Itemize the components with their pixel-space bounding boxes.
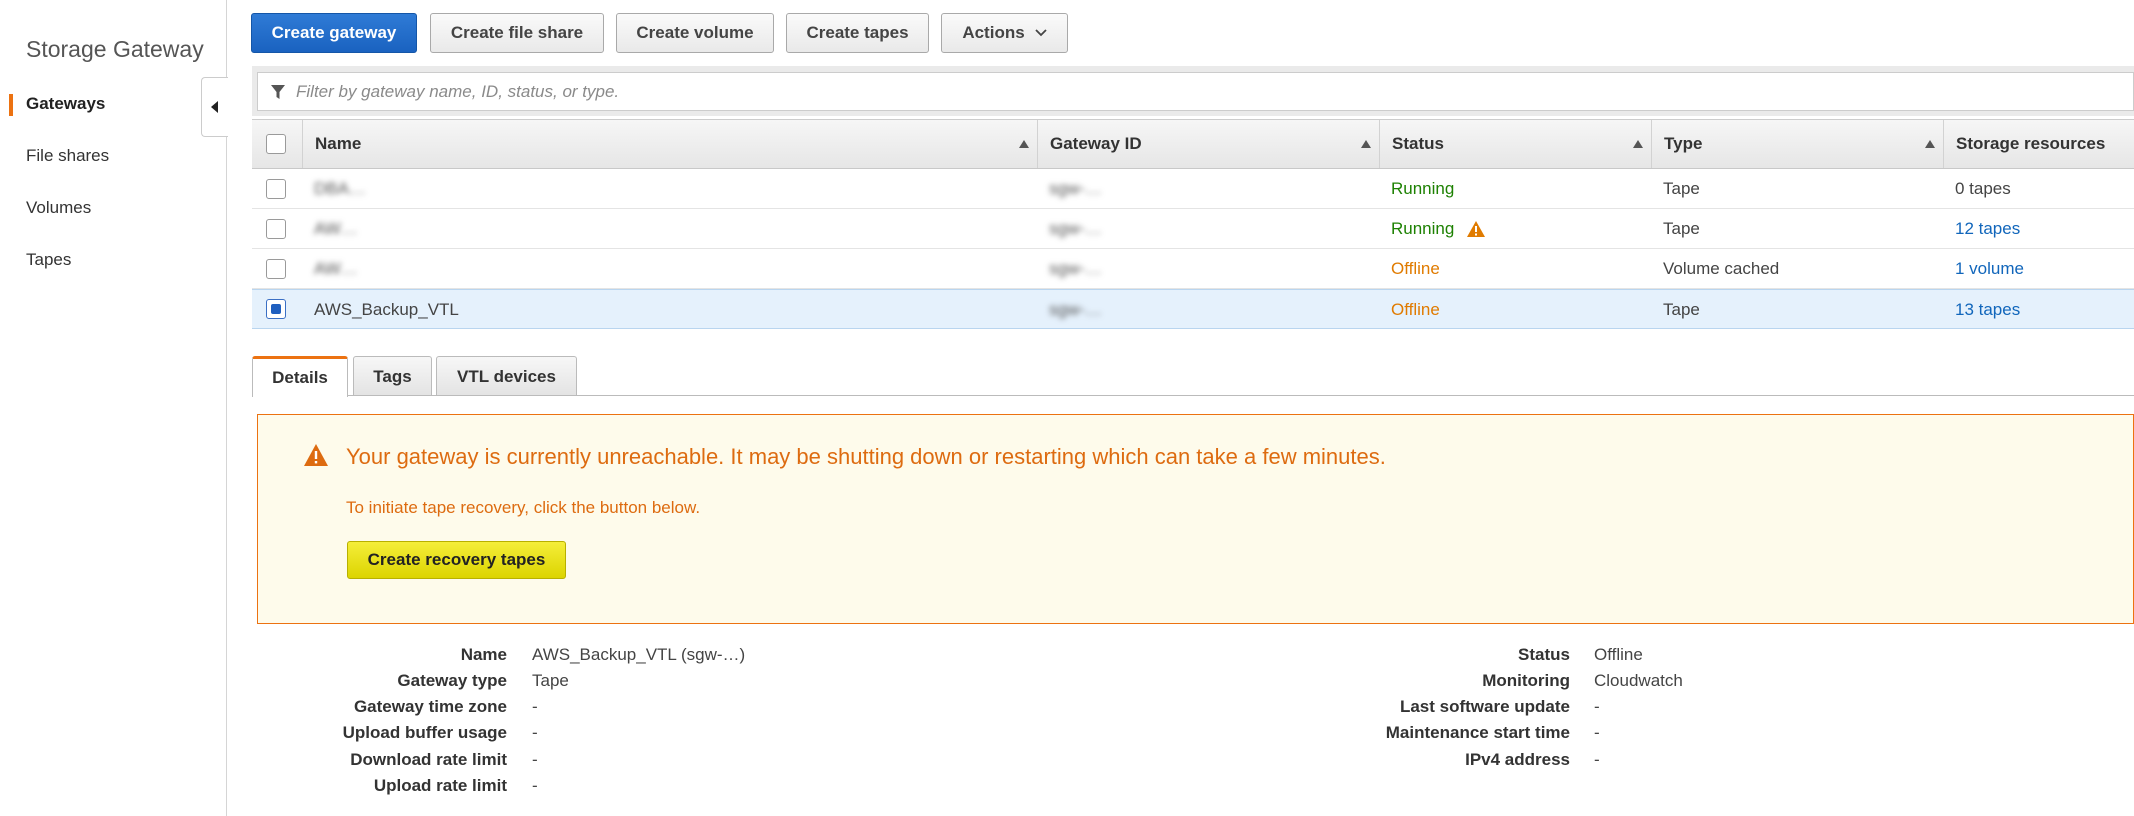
column-status[interactable]: Status <box>1379 120 1651 168</box>
gateway-type: Tape <box>1663 300 1700 319</box>
collapse-sidebar-button[interactable] <box>201 77 228 137</box>
detail-value-time-zone: - <box>532 697 538 716</box>
column-status-label: Status <box>1392 134 1444 153</box>
row-checkbox[interactable] <box>266 219 286 239</box>
sort-up-icon <box>1633 140 1643 148</box>
tab-tags[interactable]: Tags <box>353 356 432 396</box>
gateway-name: AW… <box>314 259 358 278</box>
table-header: Name Gateway ID Status Type Storage reso… <box>252 119 2134 169</box>
sort-up-icon <box>1925 140 1935 148</box>
table-row[interactable]: DBA… sgw-… Running Tape 0 tapes <box>252 169 2134 209</box>
detail-value-last-update: - <box>1594 697 1600 716</box>
warning-icon[interactable] <box>1466 220 1486 238</box>
row-checkbox[interactable] <box>266 179 286 199</box>
detail-value-upload-rate: - <box>532 776 538 795</box>
tabs-divider <box>252 395 2134 396</box>
tab-details[interactable]: Details <box>252 356 348 397</box>
detail-label-status: Status <box>1518 645 1570 664</box>
detail-label-name: Name <box>460 645 507 664</box>
column-type[interactable]: Type <box>1651 120 1943 168</box>
sort-up-icon <box>1019 140 1029 148</box>
detail-value-gateway-type: Tape <box>532 671 569 690</box>
detail-label-monitoring: Monitoring <box>1482 671 1570 690</box>
create-volume-button[interactable]: Create volume <box>616 13 774 53</box>
gateway-status-cell: Running <box>1391 209 1486 249</box>
table-row-selected[interactable]: AWS_Backup_VTL sgw-… Offline Tape 13 tap… <box>252 289 2134 329</box>
gateway-type: Tape <box>1663 179 1700 198</box>
gateway-status: Running <box>1391 179 1455 198</box>
actions-label: Actions <box>962 23 1025 42</box>
row-checkbox[interactable] <box>266 299 286 319</box>
gateway-id: sgw-… <box>1049 259 1102 278</box>
gateway-id: sgw-… <box>1049 300 1102 319</box>
sidebar-item-gateways[interactable]: Gateways <box>26 94 105 114</box>
table-row[interactable]: AW… sgw-… Offline Volume cached 1 volume <box>252 249 2134 289</box>
storage-resources: 0 tapes <box>1955 179 2011 198</box>
gateway-id: sgw-… <box>1049 179 1102 198</box>
sort-up-icon <box>1361 140 1371 148</box>
detail-label-last-update: Last software update <box>1399 697 1570 716</box>
column-name-label: Name <box>315 134 362 153</box>
column-type-label: Type <box>1664 134 1703 153</box>
sidebar-item-volumes[interactable]: Volumes <box>26 198 91 218</box>
detail-label-download-rate: Download rate limit <box>350 750 507 769</box>
header-select-cell <box>252 120 302 168</box>
create-gateway-button[interactable]: Create gateway <box>251 13 417 53</box>
gateway-status: Offline <box>1391 259 1440 278</box>
column-storage-resources[interactable]: Storage resources <box>1943 120 2134 168</box>
active-indicator <box>9 94 13 116</box>
detail-label-upload-buffer: Upload buffer usage <box>342 723 507 742</box>
gateway-type: Volume cached <box>1663 259 1780 278</box>
detail-value-ipv4: - <box>1594 750 1600 769</box>
create-recovery-tapes-button[interactable]: Create recovery tapes <box>347 541 566 579</box>
storage-resources-link[interactable]: 12 tapes <box>1955 209 2020 249</box>
detail-label-time-zone: Gateway time zone <box>353 697 507 716</box>
sidebar-title: Storage Gateway <box>26 36 204 62</box>
storage-resources-link[interactable]: 1 volume <box>1955 249 2024 289</box>
gateway-name: AWS_Backup_VTL <box>314 300 459 319</box>
detail-value-name: AWS_Backup_VTL (sgw-…) <box>532 645 746 664</box>
column-gateway-id[interactable]: Gateway ID <box>1037 120 1379 168</box>
detail-value-upload-buffer: - <box>532 723 538 742</box>
gateway-name: AW… <box>314 219 358 238</box>
sidebar-item-tapes[interactable]: Tapes <box>26 250 71 270</box>
alert-message: Your gateway is currently unreachable. I… <box>346 444 1386 469</box>
filter-input[interactable] <box>296 81 1796 102</box>
detail-label-upload-rate: Upload rate limit <box>373 776 507 795</box>
actions-dropdown[interactable]: Actions <box>941 13 1068 53</box>
sidebar-item-file-shares[interactable]: File shares <box>26 146 109 166</box>
cloudwatch-link[interactable]: Cloudwatch <box>1594 671 1683 691</box>
detail-value-download-rate: - <box>532 750 538 769</box>
filter-box[interactable] <box>257 72 2134 111</box>
detail-label-maintenance: Maintenance start time <box>1385 723 1570 742</box>
sidebar: Storage Gateway Gateways File shares Vol… <box>0 0 227 816</box>
table-row[interactable]: AW… sgw-… Running Tape 12 tapes <box>252 209 2134 249</box>
alert-subtext: To initiate tape recovery, click the but… <box>346 498 701 517</box>
detail-label-gateway-type: Gateway type <box>397 671 507 690</box>
gateway-type: Tape <box>1663 219 1700 238</box>
detail-label-ipv4: IPv4 address <box>1465 750 1570 769</box>
gateway-name: DBA… <box>314 179 366 198</box>
storage-resources-link[interactable]: 13 tapes <box>1955 290 2020 330</box>
select-all-checkbox[interactable] <box>266 134 286 154</box>
create-file-share-button[interactable]: Create file share <box>430 13 604 53</box>
warning-icon <box>304 444 328 466</box>
column-name[interactable]: Name <box>302 120 1037 168</box>
gateway-status: Running <box>1391 219 1455 238</box>
column-gateway-id-label: Gateway ID <box>1050 134 1142 153</box>
chevron-down-icon <box>1035 29 1047 37</box>
column-storage-resources-label: Storage resources <box>1956 134 2106 153</box>
detail-value-maintenance: - <box>1594 723 1600 742</box>
unreachable-alert: Your gateway is currently unreachable. I… <box>257 414 2134 624</box>
gateway-id: sgw-… <box>1049 219 1102 238</box>
chevron-left-icon <box>211 101 218 113</box>
tab-vtl-devices[interactable]: VTL devices <box>436 356 577 396</box>
filter-icon <box>271 84 285 99</box>
row-checkbox[interactable] <box>266 259 286 279</box>
detail-value-status: Offline <box>1594 645 1643 664</box>
gateway-status: Offline <box>1391 300 1440 319</box>
create-tapes-button[interactable]: Create tapes <box>786 13 929 53</box>
